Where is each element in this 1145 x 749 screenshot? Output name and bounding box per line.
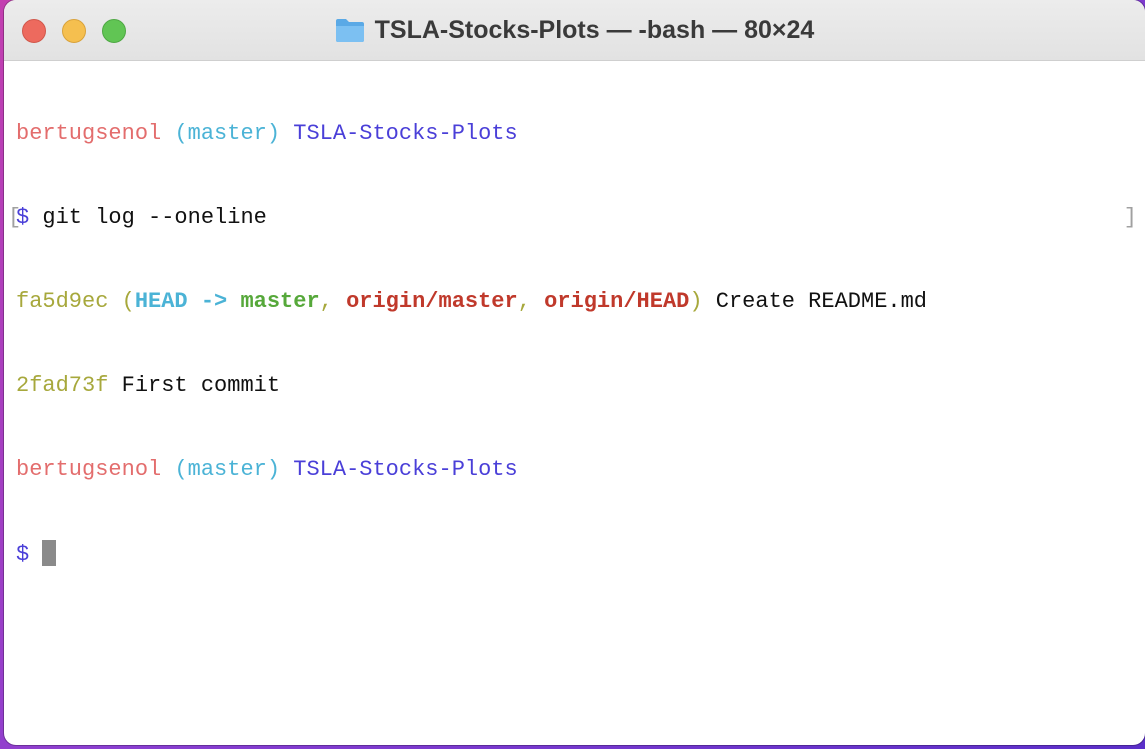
ref-remote-master: origin/master xyxy=(346,289,518,314)
prompt-line: bertugsenol (master) TSLA-Stocks-Plots xyxy=(16,120,1133,148)
folder-icon xyxy=(335,19,364,42)
ref-remote-head: origin/HEAD xyxy=(544,289,690,314)
command-text: git log --oneline xyxy=(42,205,267,230)
terminal-output[interactable]: bertugsenol (master) TSLA-Stocks-Plots [… xyxy=(8,64,1137,737)
line-bracket-right: ] xyxy=(1123,205,1137,230)
ref-open-paren: ( xyxy=(121,289,135,314)
commit-hash: fa5d9ec xyxy=(16,289,109,314)
prompt-line: bertugsenol (master) TSLA-Stocks-Plots xyxy=(16,456,1133,484)
terminal-window: TSLA-Stocks-Plots — -bash — 80×24 bertug… xyxy=(4,0,1145,745)
prompt-user: bertugsenol xyxy=(16,457,162,482)
prompt-directory: TSLA-Stocks-Plots xyxy=(293,121,518,146)
prompt-directory: TSLA-Stocks-Plots xyxy=(293,457,518,482)
commit-message: Create README.md xyxy=(715,289,927,314)
ref-close-paren: ) xyxy=(689,289,703,314)
window-title-text: TSLA-Stocks-Plots — -bash — 80×24 xyxy=(374,15,815,44)
log-entry: 2fad73f First commit xyxy=(16,372,1133,400)
title-bar[interactable]: TSLA-Stocks-Plots — -bash — 80×24 xyxy=(4,0,1145,61)
commit-message: First commit xyxy=(121,373,281,398)
ref-local-master: master xyxy=(240,289,320,314)
ref-separator: , xyxy=(517,289,531,314)
prompt-branch: (master) xyxy=(174,121,281,146)
ref-separator: , xyxy=(319,289,333,314)
line-bracket-left: [ xyxy=(8,205,22,230)
prompt-symbol: $ xyxy=(16,542,30,567)
commit-hash: 2fad73f xyxy=(16,373,109,398)
ref-head: HEAD -> xyxy=(134,289,241,314)
command-line: [$ git log --oneline] xyxy=(8,204,1137,232)
prompt-branch: (master) xyxy=(174,457,281,482)
log-entry: fa5d9ec (HEAD -> master, origin/master, … xyxy=(16,288,1133,316)
prompt-user: bertugsenol xyxy=(16,121,162,146)
input-line[interactable]: $ xyxy=(16,540,1133,568)
window-title: TSLA-Stocks-Plots — -bash — 80×24 xyxy=(4,0,1145,60)
text-cursor xyxy=(42,540,57,566)
